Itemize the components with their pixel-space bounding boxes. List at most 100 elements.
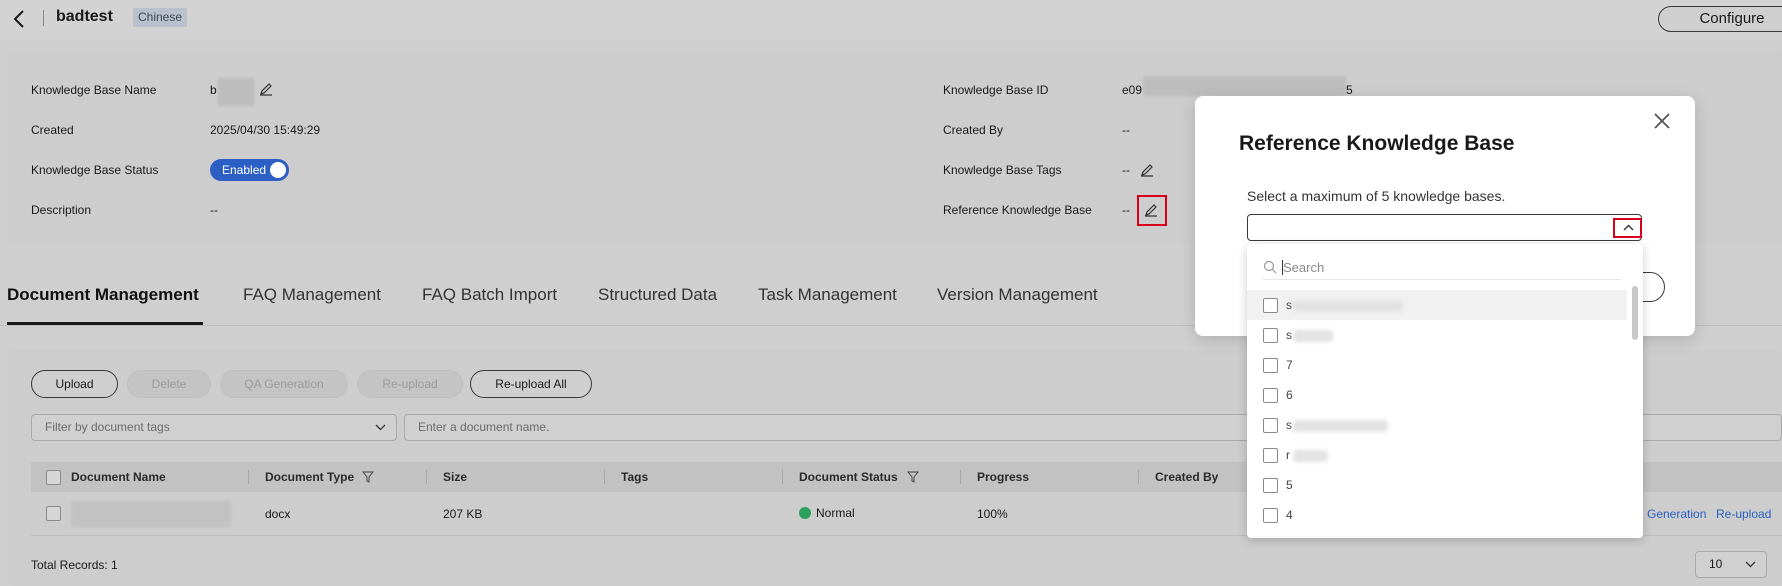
configure-button[interactable]: Configure <box>1658 6 1782 32</box>
tab-faq-management[interactable]: FAQ Management <box>243 285 381 305</box>
chevron-up-icon[interactable] <box>1623 224 1634 231</box>
col-divider <box>1138 470 1139 484</box>
chevron-down-icon <box>375 424 386 431</box>
edit-name-icon[interactable] <box>259 82 273 96</box>
col-document-status: Document Status <box>799 470 898 484</box>
dialog-hint: Select a maximum of 5 knowledge bases. <box>1247 188 1506 204</box>
tab-version-management[interactable]: Version Management <box>937 285 1098 305</box>
row-reupload-link[interactable]: Re-upload <box>1716 507 1771 521</box>
col-size: Size <box>443 470 468 484</box>
option-checkbox[interactable] <box>1263 478 1278 493</box>
col-divider <box>960 470 961 484</box>
tag-filter-select[interactable]: Filter by document tags <box>31 414 397 441</box>
status-toggle[interactable]: Enabled <box>210 159 289 181</box>
dialog-title: Reference Knowledge Base <box>1239 132 1515 155</box>
description-value: -- <box>210 203 218 217</box>
status-label: Knowledge Base Status <box>31 163 159 177</box>
col-document-name: Document Name <box>71 470 166 484</box>
kb-name-label: Knowledge Base Name <box>31 83 157 97</box>
redacted-name <box>218 78 254 106</box>
created-by-label: Created By <box>943 123 1004 137</box>
description-label: Description <box>31 203 92 217</box>
dropdown-option[interactable]: s <box>1247 290 1627 320</box>
status-toggle-text: Enabled <box>222 163 267 177</box>
active-tab-indicator <box>7 322 203 325</box>
option-label: 5 <box>1286 478 1293 492</box>
tag-filter-placeholder: Filter by document tags <box>45 420 170 434</box>
row-progress: 100% <box>977 507 1008 521</box>
top-bar: badtest Chinese Configure <box>0 0 1782 40</box>
col-tags: Tags <box>621 470 649 484</box>
redacted-document-name <box>71 501 231 527</box>
option-label: 7 <box>1286 358 1293 372</box>
tab-faq-batch-import[interactable]: FAQ Batch Import <box>422 285 557 305</box>
search-icon <box>1263 260 1277 274</box>
kb-id-prefix: e09 <box>1122 83 1143 97</box>
redacted-option <box>1293 450 1328 462</box>
row-generation-link[interactable]: Generation <box>1647 507 1706 521</box>
col-divider <box>248 470 249 484</box>
chevron-down-icon <box>1745 561 1756 568</box>
upload-button[interactable]: Upload <box>31 370 118 398</box>
option-checkbox[interactable] <box>1263 418 1278 433</box>
tab-task-management[interactable]: Task Management <box>758 285 897 305</box>
option-checkbox[interactable] <box>1263 358 1278 373</box>
col-progress: Progress <box>977 470 1030 484</box>
divider <box>43 10 44 26</box>
kb-id-suffix: 5 <box>1346 83 1353 97</box>
back-arrow-icon[interactable] <box>12 9 28 29</box>
option-label: s <box>1286 328 1292 342</box>
delete-button[interactable]: Delete <box>127 370 211 398</box>
document-name-placeholder: Enter a document name. <box>418 420 550 434</box>
option-label: 4 <box>1286 508 1293 522</box>
dropdown-option[interactable]: 5 <box>1247 470 1627 500</box>
created-label: Created <box>31 123 74 137</box>
row-size: 207 KB <box>443 507 483 521</box>
option-checkbox[interactable] <box>1263 298 1278 313</box>
dropdown-search-placeholder: Search <box>1283 260 1325 275</box>
reupload-button[interactable]: Re-upload <box>357 370 463 398</box>
option-checkbox[interactable] <box>1263 388 1278 403</box>
option-label: 6 <box>1286 388 1293 402</box>
edit-tags-icon[interactable] <box>1140 163 1154 177</box>
col-divider <box>782 470 783 484</box>
option-checkbox[interactable] <box>1263 328 1278 343</box>
qa-generation-button[interactable]: QA Generation <box>220 370 348 398</box>
kb-name-value: b <box>210 83 217 97</box>
redacted-option <box>1293 330 1333 342</box>
option-checkbox[interactable] <box>1263 508 1278 523</box>
tab-document-management[interactable]: Document Management <box>7 285 199 305</box>
dropdown-option[interactable]: s <box>1247 410 1627 440</box>
option-label: r <box>1286 448 1290 462</box>
col-document-type: Document Type <box>265 470 355 484</box>
reupload-all-button[interactable]: Re-upload All <box>470 370 592 398</box>
tab-structured-data[interactable]: Structured Data <box>598 285 717 305</box>
row-checkbox[interactable] <box>46 506 61 521</box>
dropdown-option[interactable]: r <box>1247 440 1627 470</box>
redacted-option <box>1293 420 1388 432</box>
tags-label: Knowledge Base Tags <box>943 163 1062 177</box>
option-label: s <box>1286 418 1292 432</box>
toggle-knob <box>270 162 286 178</box>
edit-reference-kb-icon[interactable] <box>1144 203 1158 217</box>
kb-id-label: Knowledge Base ID <box>943 83 1049 97</box>
dropdown-option[interactable]: 6 <box>1247 380 1627 410</box>
redacted-option <box>1293 300 1403 312</box>
select-all-checkbox[interactable] <box>46 470 61 485</box>
knowledge-base-select[interactable] <box>1247 214 1642 241</box>
page-size-select[interactable]: 10 <box>1695 551 1767 578</box>
col-divider <box>604 470 605 484</box>
filter-icon[interactable] <box>362 471 374 483</box>
dropdown-option[interactable]: 4 <box>1247 500 1627 530</box>
filter-icon[interactable] <box>907 471 919 483</box>
total-records: Total Records: 1 <box>31 558 118 572</box>
dropdown-scrollbar[interactable] <box>1632 286 1638 340</box>
option-checkbox[interactable] <box>1263 448 1278 463</box>
page-size-value: 10 <box>1709 557 1723 571</box>
dropdown-option[interactable]: 7 <box>1247 350 1627 380</box>
ref-kb-label: Reference Knowledge Base <box>943 203 1092 217</box>
text-cursor <box>1282 260 1283 275</box>
redacted-id <box>1143 76 1346 96</box>
dropdown-option[interactable]: s <box>1247 320 1627 350</box>
close-icon[interactable] <box>1651 110 1673 132</box>
